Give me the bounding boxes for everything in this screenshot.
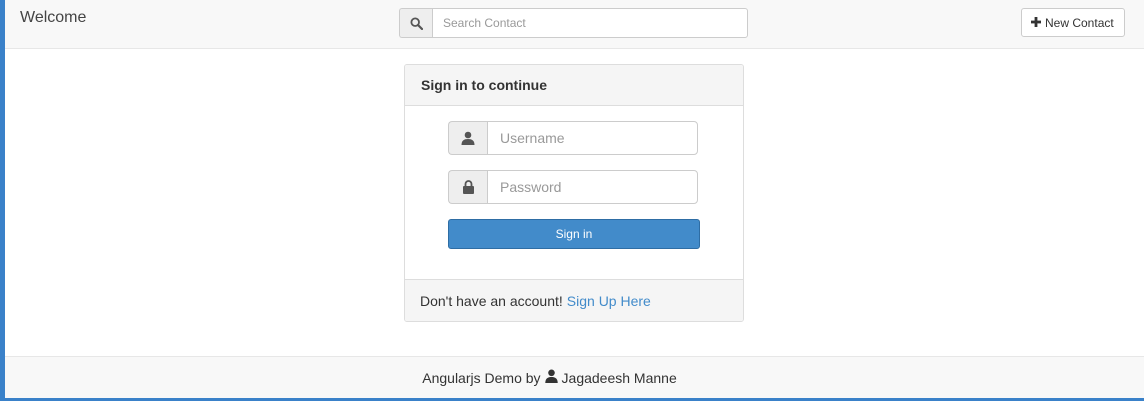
footer-credit: Angularjs Demo by Jagadeesh Manne (422, 369, 677, 386)
search-input[interactable] (432, 8, 748, 38)
login-footer: Don't have an account! Sign Up Here (405, 279, 743, 321)
search-group (399, 8, 748, 38)
footer-author: Jagadeesh Manne (561, 369, 677, 386)
no-account-text: Don't have an account! (420, 292, 563, 309)
new-contact-label: New Contact (1045, 15, 1114, 30)
sign-in-button[interactable]: Sign in (448, 219, 700, 249)
app-frame: Welcome New Contact Sign in to continue (5, 0, 1144, 398)
page-footer: Angularjs Demo by Jagadeesh Manne (5, 356, 1144, 398)
login-body: Sign in (405, 106, 743, 279)
brand-title[interactable]: Welcome (20, 9, 86, 27)
user-icon (448, 121, 487, 155)
login-heading: Sign in to continue (405, 65, 743, 106)
new-contact-button[interactable]: New Contact (1021, 8, 1125, 37)
search-icon (399, 8, 432, 38)
password-input[interactable] (487, 170, 698, 204)
lock-icon (448, 170, 487, 204)
username-group (448, 121, 698, 155)
footer-text: Angularjs Demo by (422, 369, 541, 386)
top-navbar: Welcome New Contact (5, 0, 1144, 49)
user-icon (544, 369, 558, 386)
sign-up-link[interactable]: Sign Up Here (567, 293, 651, 309)
username-input[interactable] (487, 121, 698, 155)
plus-icon (1031, 16, 1041, 30)
password-group (448, 170, 698, 204)
login-panel: Sign in to continue Username Sign in Don… (404, 64, 744, 322)
